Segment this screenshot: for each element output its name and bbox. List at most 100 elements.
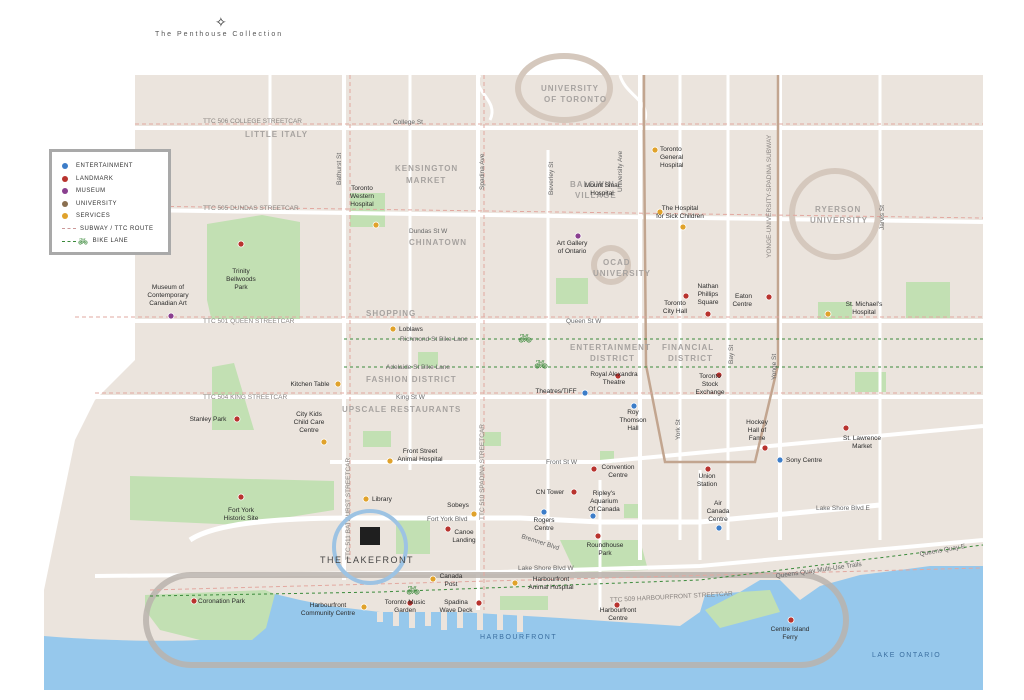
place-label: Wave Deck	[440, 607, 474, 614]
services-dot-icon[interactable]	[651, 146, 659, 154]
place-label: Roy	[627, 409, 639, 416]
street-label: Beverley St	[548, 162, 555, 195]
museum-dot-icon[interactable]	[574, 232, 582, 240]
place-label: The Hospital	[662, 205, 699, 212]
entertainment-dot-icon[interactable]	[715, 524, 723, 532]
place-label: Landing	[452, 537, 476, 544]
place-label: Theatres/TIFF	[535, 388, 576, 395]
place-label: Toronto	[351, 185, 373, 192]
place-label: Hall of	[748, 427, 767, 434]
landmark-dot-icon[interactable]	[237, 240, 245, 248]
place-marker[interactable]: Coronation Park	[190, 597, 246, 605]
services-dot-icon[interactable]	[372, 221, 380, 229]
place-label: Hospital	[660, 162, 684, 169]
place-label: Front Street	[403, 448, 438, 455]
landmark-dot-icon[interactable]	[682, 292, 690, 300]
property-building-icon[interactable]	[360, 527, 380, 545]
place-label: Nathan	[698, 283, 719, 290]
place-label: Fort York	[228, 507, 255, 514]
place-label: Art Gallery	[557, 240, 588, 247]
street-label: Spadina Ave	[479, 153, 486, 190]
place-label: Union	[699, 473, 716, 480]
bike-icon: 🚲︎	[518, 333, 532, 345]
place-label: Aquarium	[590, 498, 618, 505]
street-label: Queen St W	[566, 318, 602, 325]
landmark-dot-icon[interactable]	[787, 616, 795, 624]
landmark-dot-icon[interactable]	[190, 597, 198, 605]
services-dot-icon[interactable]	[386, 457, 394, 465]
legend-item-bike: 🚲︎ BIKE LANE	[62, 235, 168, 248]
place-label: Exchange	[696, 389, 725, 396]
place-label: Park	[598, 550, 612, 557]
landmark-dot-icon[interactable]	[594, 532, 602, 540]
landmark-dot-icon[interactable]	[761, 444, 769, 452]
entertainment-dot-icon[interactable]	[540, 508, 548, 516]
services-dot-icon[interactable]	[334, 380, 342, 388]
services-dot-icon[interactable]	[429, 575, 437, 583]
place-label: Centre	[608, 472, 628, 479]
place-label: Garden	[394, 607, 416, 614]
place-label: Centre	[534, 525, 554, 532]
place-label: Ferry	[782, 634, 798, 641]
place-label: Post	[444, 581, 457, 588]
neighbourhood-label: KENSINGTON	[395, 164, 458, 173]
route-label: TTC 506 COLLEGE STREETCAR	[203, 118, 302, 125]
entertainment-dot-icon[interactable]	[581, 389, 589, 397]
place-label: Mount Sinai	[585, 182, 619, 189]
place-label: Square	[698, 299, 719, 306]
place-label: Kitchen Table	[291, 381, 330, 388]
museum-dot-icon	[62, 188, 68, 195]
landmark-dot-icon[interactable]	[444, 525, 452, 533]
route-label: TTC 511 BATHURST STREETCAR	[345, 457, 352, 560]
neighbourhood-label: FINANCIAL	[662, 343, 714, 352]
place-label: General	[660, 154, 684, 161]
services-dot-icon[interactable]	[362, 495, 370, 503]
landmark-dot-icon[interactable]	[765, 293, 773, 301]
place-label: for Sick Children	[656, 213, 704, 220]
place-label: Bellwoods	[226, 276, 256, 283]
place-label: Child Care	[294, 419, 325, 426]
place-label: Loblaws	[399, 326, 424, 333]
place-label: Centre	[732, 301, 752, 308]
route-line-icon	[62, 228, 76, 230]
place-label: Harbourfront	[310, 602, 347, 609]
place-marker[interactable]: Library	[362, 495, 393, 503]
route-label: YONGE-UNIVERSITY-SPADINA SUBWAY	[766, 134, 773, 258]
place-label: Sony Centre	[786, 457, 823, 464]
place-label: Animal Hospital	[528, 584, 574, 591]
entertainment-dot-icon[interactable]	[589, 512, 597, 520]
services-dot-icon[interactable]	[320, 438, 328, 446]
place-label: City Kids	[296, 411, 322, 418]
place-label: Roundhouse	[587, 542, 624, 549]
neighbourhood-label: FASHION DISTRICT	[366, 375, 457, 384]
landmark-dot-icon[interactable]	[475, 599, 483, 607]
services-dot-icon[interactable]	[389, 325, 397, 333]
services-dot-icon	[62, 213, 68, 220]
place-label: Air	[714, 500, 723, 507]
museum-dot-icon[interactable]	[167, 312, 175, 320]
place-label: Rogers	[534, 517, 556, 524]
street-label: King St W	[396, 394, 426, 401]
entertainment-dot-icon[interactable]	[776, 456, 784, 464]
street-label: Fort York Blvd	[427, 516, 468, 523]
legend-item-landmark: LANDMARK	[62, 173, 168, 186]
landmark-dot-icon[interactable]	[590, 465, 598, 473]
landmark-dot-icon[interactable]	[842, 424, 850, 432]
landmark-dot-icon[interactable]	[237, 493, 245, 501]
services-dot-icon[interactable]	[679, 223, 687, 231]
services-dot-icon[interactable]	[360, 603, 368, 611]
services-dot-icon[interactable]	[511, 579, 519, 587]
place-label: Contemporary	[147, 292, 189, 299]
place-label: Stock	[702, 381, 719, 388]
landmark-dot-icon[interactable]	[704, 465, 712, 473]
property-name: THE LAKEFRONT	[320, 555, 414, 565]
map-canvas[interactable]: LITTLE ITALY KENSINGTON MARKET CHINATOWN…	[0, 0, 1024, 700]
place-label: Of Canada	[588, 506, 620, 513]
landmark-dot-icon[interactable]	[704, 310, 712, 318]
route-label: TTC 510 SPADINA STREETCAR	[479, 424, 486, 520]
landmark-dot-icon[interactable]	[570, 488, 578, 496]
services-dot-icon[interactable]	[824, 310, 832, 318]
services-dot-icon[interactable]	[470, 510, 478, 518]
landmark-dot-icon[interactable]	[233, 415, 241, 423]
route-label: TTC 501 QUEEN STREETCAR	[203, 318, 295, 325]
